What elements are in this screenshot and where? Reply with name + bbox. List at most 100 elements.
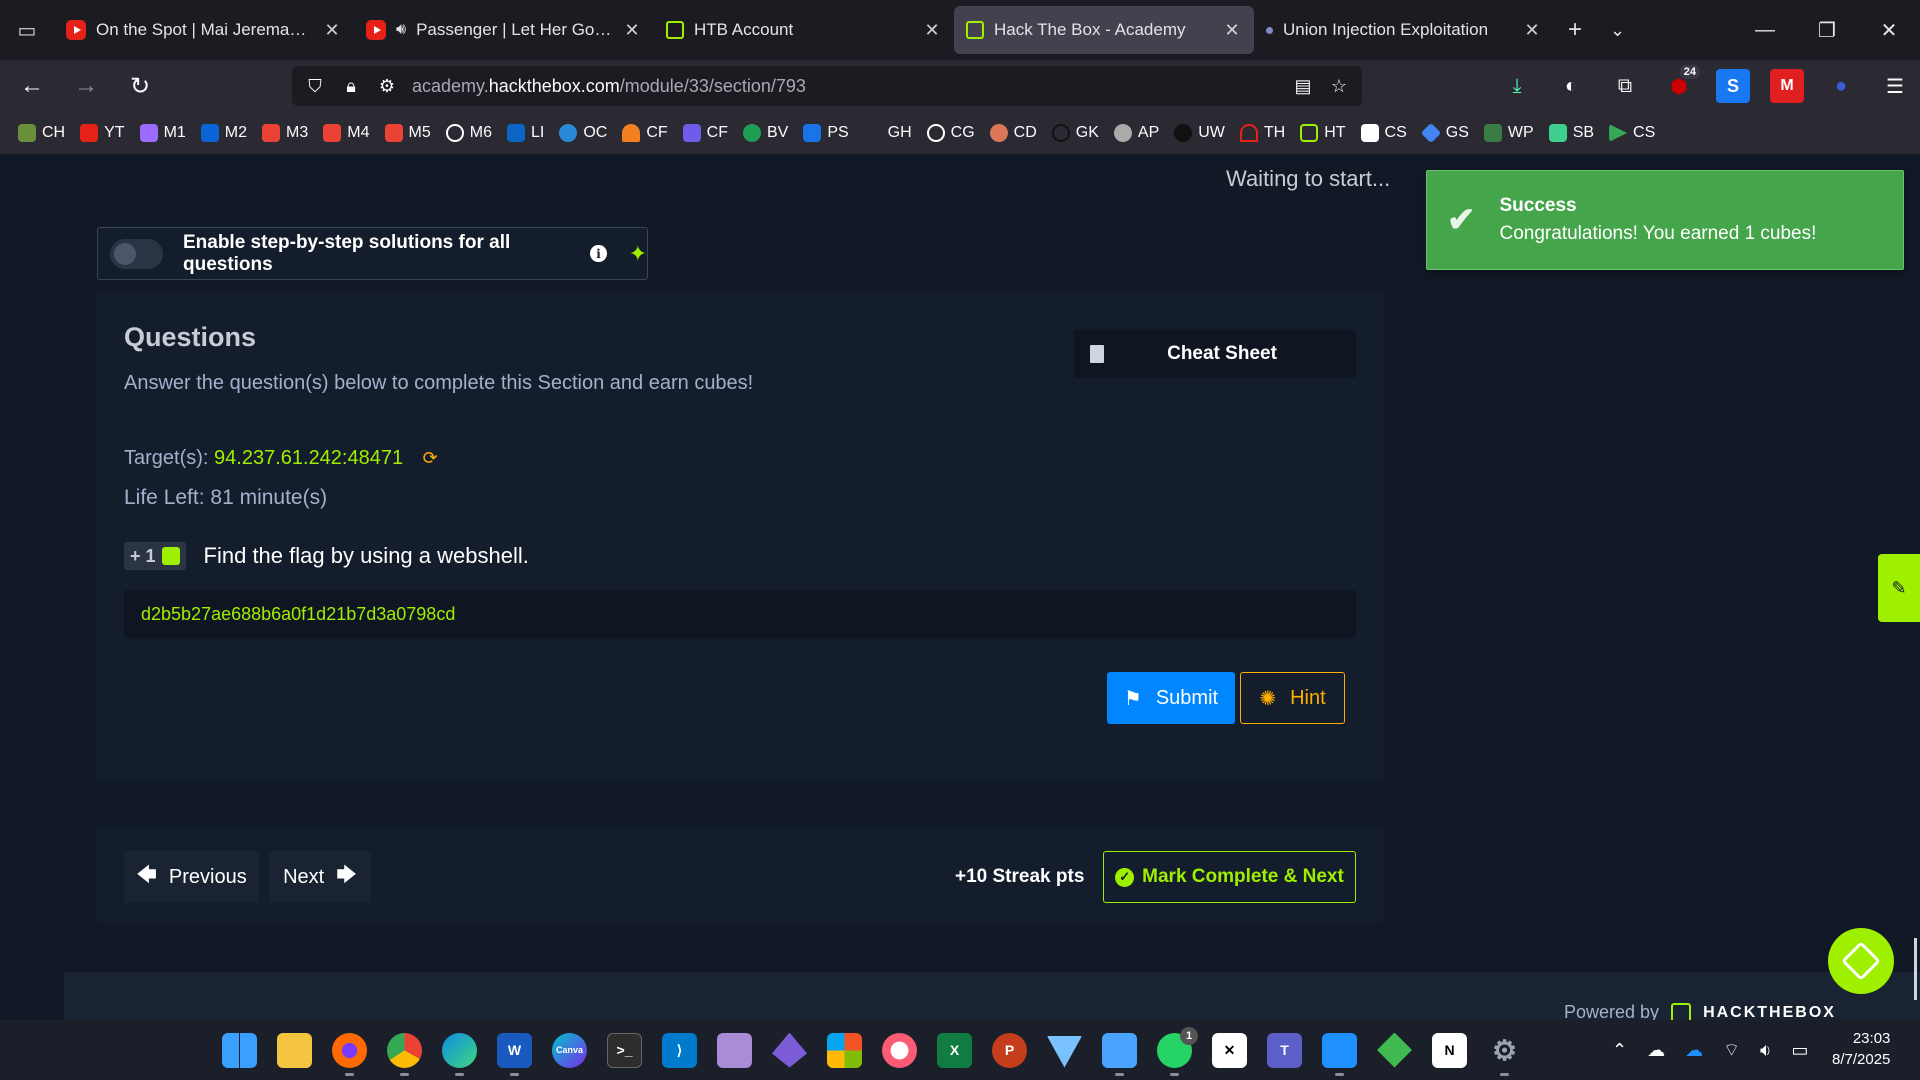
tab-youtube-passenger[interactable]: 🔊︎ Passenger | Let Her Go (Offi ✕ [354, 6, 654, 54]
canva-icon[interactable]: Canva [552, 1032, 587, 1068]
windows-start-icon[interactable] [222, 1032, 257, 1068]
submit-button[interactable]: ⚑ Submit [1107, 672, 1235, 724]
bookmark-uw[interactable]: UW [1174, 124, 1225, 142]
chevron-up-icon[interactable]: ⌃ [1612, 1040, 1627, 1061]
forward-arrow-icon[interactable]: → [64, 66, 108, 106]
download-icon[interactable]: ⤓ [1500, 69, 1534, 103]
new-tab-icon[interactable]: + [1568, 16, 1582, 44]
step-by-step-switch[interactable] [110, 238, 163, 269]
teams-icon[interactable]: T [1267, 1032, 1302, 1068]
chrome-icon[interactable] [387, 1032, 422, 1076]
extension-m-icon[interactable]: M [1770, 69, 1804, 103]
firefox-icon[interactable] [332, 1032, 367, 1076]
wifi-icon[interactable]: ⌔ [1723, 1039, 1740, 1062]
notepad-icon[interactable] [1102, 1032, 1137, 1076]
bookmark-th[interactable]: TH [1239, 124, 1285, 142]
bookmark-gk[interactable]: GK [1051, 124, 1099, 142]
bookmark-cf[interactable]: CF [622, 124, 668, 142]
close-tab-icon[interactable]: ✕ [922, 20, 942, 41]
app-green-icon[interactable] [1377, 1032, 1412, 1068]
onedrive-icon[interactable]: ☁ [1685, 1040, 1703, 1061]
file-explorer-icon[interactable] [277, 1032, 312, 1068]
itunes-icon[interactable]: ♪ [882, 1032, 917, 1068]
bookmark-gs[interactable]: GS [1420, 122, 1469, 144]
cheat-sheet-button[interactable]: Cheat Sheet [1074, 330, 1356, 378]
app-crystal-icon[interactable] [772, 1032, 807, 1068]
powerpoint-icon[interactable]: P [992, 1032, 1027, 1068]
terminal-icon[interactable]: >_ [607, 1032, 642, 1068]
speaker-icon[interactable]: 🔊︎ [396, 21, 406, 39]
remote-desktop-icon[interactable] [1322, 1032, 1357, 1076]
tab-htb-account[interactable]: HTB Account ✕ [654, 6, 954, 54]
cube-fab-button[interactable] [1828, 928, 1894, 994]
next-button[interactable]: Next 🡆 [269, 851, 371, 903]
bookmark-yt[interactable]: YT [80, 124, 125, 142]
bookmark-m2[interactable]: M2 [200, 124, 247, 142]
url-text[interactable]: academy.hackthebox.com/module/33/section… [412, 76, 1278, 97]
microsoft-store-icon[interactable] [827, 1032, 862, 1068]
extensions-puzzle-icon[interactable]: ⧉ [1608, 69, 1642, 103]
hint-button[interactable]: ✺ Hint [1240, 672, 1345, 724]
answer-input[interactable]: d2b5b27ae688b6a0f1d21b7d3a0798cd [124, 590, 1356, 638]
bookmark-ch[interactable]: CH [18, 124, 65, 142]
capcut-icon[interactable]: ✕ [1212, 1032, 1247, 1068]
bookmark-sb[interactable]: SB [1548, 124, 1594, 142]
bookmark-m3[interactable]: M3 [262, 124, 308, 142]
vpn-triangle-icon[interactable] [1047, 1036, 1082, 1068]
edge-icon[interactable] [442, 1032, 477, 1076]
bookmark-ap[interactable]: AP [1113, 124, 1159, 142]
close-tab-icon[interactable]: ✕ [1522, 20, 1542, 41]
url-bar[interactable]: ⛉ 🔒︎ ⚙ academy.hackthebox.com/module/33/… [292, 66, 1362, 106]
reader-view-icon[interactable]: ▤ [1292, 76, 1314, 97]
bookmark-m5[interactable]: M5 [384, 124, 431, 142]
minimize-icon[interactable]: — [1734, 0, 1796, 60]
extension-avatar-icon[interactable]: ◐ [1554, 69, 1588, 103]
sparkle-icon[interactable]: ✦ [629, 241, 647, 267]
menu-icon[interactable]: ☰ [1878, 69, 1912, 103]
restore-icon[interactable]: ❐ [1796, 0, 1858, 60]
bookmark-cg[interactable]: CG [926, 124, 975, 142]
bookmark-cf-2[interactable]: CF [682, 124, 728, 142]
chevron-down-icon[interactable]: ⌄ [1610, 20, 1625, 41]
volume-icon[interactable]: 🔉︎ [1760, 1040, 1771, 1061]
battery-icon[interactable]: ▭ [1791, 1040, 1808, 1061]
bookmark-cs[interactable]: CS [1360, 124, 1407, 142]
info-icon[interactable]: i [590, 245, 607, 262]
bookmark-bv[interactable]: BV [742, 124, 788, 142]
bookmark-gh[interactable]: GH [863, 124, 912, 142]
extension-s-icon[interactable]: S [1716, 69, 1750, 103]
word-icon[interactable]: W [497, 1032, 532, 1076]
tab-youtube-on-the-spot[interactable]: On the Spot | Mai Jeremaya Spil ✕ [54, 6, 354, 54]
vscode-icon[interactable]: ⟩ [662, 1032, 697, 1068]
previous-button[interactable]: 🡄 Previous [124, 851, 259, 903]
bookmark-star-icon[interactable]: ☆ [1328, 76, 1350, 97]
settings-gear-icon[interactable]: ⚙ [1487, 1033, 1522, 1076]
refresh-icon[interactable]: ⟳ [423, 448, 438, 468]
bookmark-cd[interactable]: CD [989, 124, 1037, 142]
close-window-icon[interactable]: ✕ [1858, 0, 1920, 60]
mark-complete-button[interactable]: ✓ Mark Complete & Next [1103, 851, 1356, 903]
bookmark-li[interactable]: LI [506, 124, 544, 142]
tab-union-injection[interactable]: Union Injection Exploitation ✕ [1254, 6, 1554, 54]
tab-list-icon[interactable]: ▭ [0, 0, 54, 60]
system-clock[interactable]: 23:03 8/7/2025 [1832, 1028, 1890, 1070]
tab-htb-academy[interactable]: Hack The Box - Academy ✕ [954, 6, 1254, 54]
onedrive-alert-icon[interactable]: ☁ [1647, 1040, 1665, 1061]
close-tab-icon[interactable]: ✕ [1222, 20, 1242, 41]
shield-icon[interactable]: ⛉ [304, 76, 326, 97]
bookmark-m4[interactable]: M4 [323, 124, 370, 142]
lock-icon[interactable]: 🔒︎ [340, 76, 362, 97]
bookmark-oc[interactable]: OC [559, 124, 607, 142]
extension-dark-icon[interactable]: ● [1824, 69, 1858, 103]
close-tab-icon[interactable]: ✕ [322, 20, 342, 41]
notion-icon[interactable]: N [1432, 1032, 1467, 1068]
permissions-icon[interactable]: ⚙ [376, 76, 398, 97]
excel-icon[interactable]: X [937, 1032, 972, 1068]
ublock-icon[interactable]: ⬢ 24 [1662, 65, 1700, 103]
scrollbar-thumb[interactable] [1914, 938, 1917, 1000]
whatsapp-icon[interactable]: 1 [1157, 1026, 1198, 1076]
bookmark-wp[interactable]: WP [1483, 124, 1534, 142]
back-arrow-icon[interactable]: ← [10, 66, 54, 106]
bookmark-m1[interactable]: M1 [139, 124, 186, 142]
reload-icon[interactable]: ↻ [118, 66, 162, 106]
